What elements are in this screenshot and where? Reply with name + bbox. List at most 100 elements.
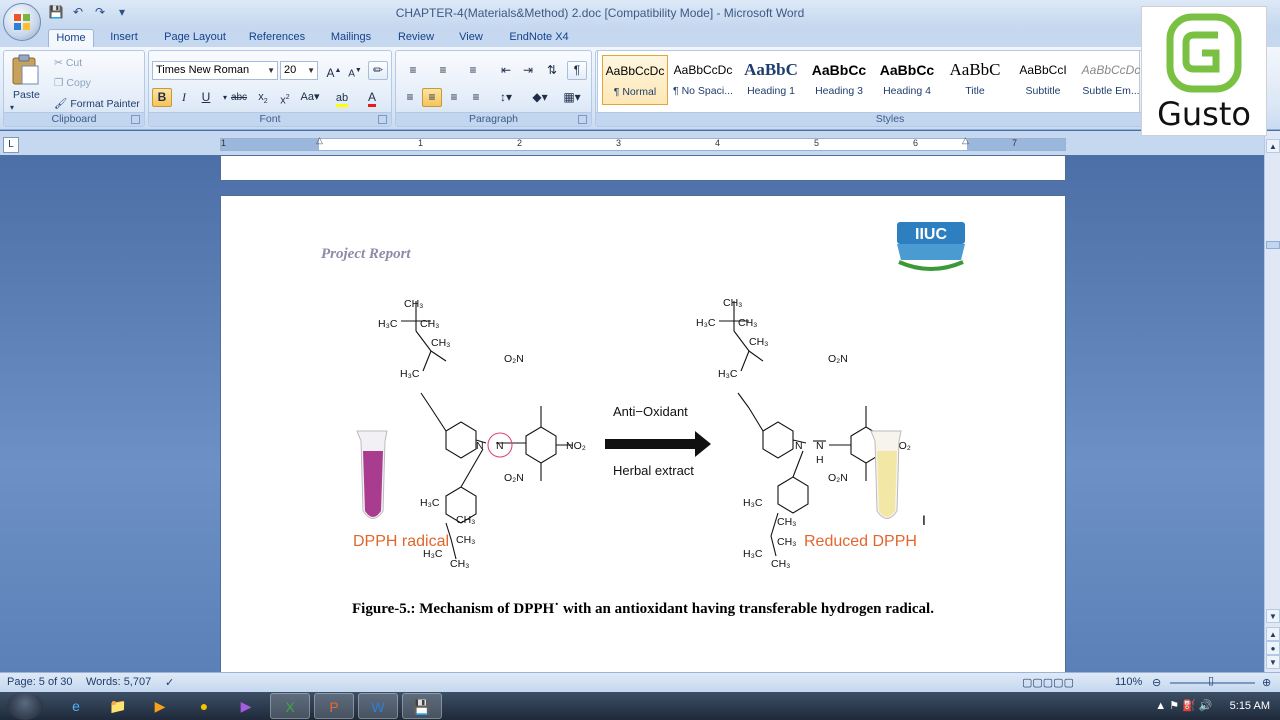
scroll-down-icon[interactable]: ▼ bbox=[1266, 609, 1280, 623]
style-subtle-emphasis[interactable]: AaBbCcDc Subtle Em... bbox=[1078, 55, 1144, 105]
page-count[interactable]: Page: 5 of 30 bbox=[7, 676, 72, 688]
word-icon[interactable]: W bbox=[358, 693, 398, 719]
previous-page-icon[interactable]: ▲ bbox=[1266, 627, 1280, 641]
bullets-icon[interactable]: ≡ bbox=[400, 61, 426, 80]
font-launcher-icon[interactable] bbox=[378, 115, 387, 124]
excel-icon[interactable]: X bbox=[270, 693, 310, 719]
right-indent-marker-icon[interactable]: △ bbox=[962, 135, 969, 146]
clipboard-launcher-icon[interactable] bbox=[131, 115, 140, 124]
font-name-combo[interactable]: Times New Roman ▼ bbox=[152, 61, 278, 80]
chem-label: CH₃ bbox=[456, 534, 475, 546]
tab-home[interactable]: Home bbox=[48, 29, 94, 47]
title-bar: 💾 ↶ ↷ ▾ CHAPTER-4(Materials&Method) 2.do… bbox=[0, 0, 1280, 27]
paste-dropdown-icon[interactable]: ▾ bbox=[10, 103, 14, 112]
style-no-spacing[interactable]: AaBbCcDc ¶ No Spaci... bbox=[670, 55, 736, 105]
decrease-indent-icon[interactable]: ⇤ bbox=[496, 61, 516, 80]
paste-icon[interactable] bbox=[10, 54, 40, 86]
media-player-icon[interactable]: ▶ bbox=[140, 693, 180, 719]
document-page[interactable]: Project Report IIUC CH₃ H₃C CH₃ CH₃ H₃C … bbox=[220, 195, 1066, 672]
university-logo: IIUC bbox=[897, 222, 965, 271]
style-title[interactable]: AaBbC Title bbox=[942, 55, 1008, 105]
scroll-thumb[interactable] bbox=[1266, 241, 1280, 249]
italic-button[interactable]: I bbox=[174, 88, 194, 107]
document-area[interactable]: Project Report IIUC CH₃ H₃C CH₃ CH₃ H₃C … bbox=[0, 155, 1264, 672]
line-spacing-icon[interactable]: ↕▾ bbox=[492, 88, 520, 107]
strikethrough-button[interactable]: abc bbox=[229, 88, 249, 107]
clipboard-group-label: Clipboard bbox=[4, 112, 144, 126]
align-left-icon[interactable]: ≡ bbox=[400, 88, 420, 107]
select-browse-object-icon[interactable]: ● bbox=[1266, 641, 1280, 655]
style-heading-3[interactable]: AaBbCc Heading 3 bbox=[806, 55, 872, 105]
chem-label: CH₃ bbox=[404, 298, 423, 310]
font-color-button[interactable]: A bbox=[359, 88, 385, 107]
style-normal[interactable]: AaBbCcDc ¶ Normal bbox=[602, 55, 668, 105]
justify-icon[interactable]: ≡ bbox=[466, 88, 486, 107]
tab-mailings[interactable]: Mailings bbox=[325, 29, 377, 47]
tab-page-layout[interactable]: Page Layout bbox=[160, 29, 230, 47]
style-heading-4[interactable]: AaBbCc Heading 4 bbox=[874, 55, 940, 105]
shading-icon[interactable]: ◆▾ bbox=[526, 88, 554, 107]
underline-button[interactable]: U bbox=[196, 88, 216, 107]
grow-font-icon[interactable]: A▲ bbox=[324, 61, 344, 80]
copy-button[interactable]: ❐ Copy bbox=[54, 77, 91, 89]
powerpoint-icon[interactable]: P bbox=[314, 693, 354, 719]
word-count[interactable]: Words: 5,707 bbox=[86, 676, 151, 688]
zoom-level[interactable]: 110% bbox=[1115, 676, 1142, 688]
video-app-icon[interactable]: ▶ bbox=[226, 693, 266, 719]
styles-group-label: Styles bbox=[596, 112, 1184, 126]
zoom-slider-thumb[interactable]: ▯ bbox=[1208, 674, 1214, 687]
explorer-icon[interactable]: 📁 bbox=[98, 693, 138, 719]
clear-formatting-icon[interactable]: ✏ bbox=[368, 61, 388, 80]
vertical-scrollbar[interactable]: ▲ ▼ ▲ ● ▼ bbox=[1264, 131, 1280, 672]
chrome-icon[interactable]: ● bbox=[184, 693, 224, 719]
start-button[interactable] bbox=[7, 692, 43, 720]
align-center-icon[interactable]: ≡ bbox=[422, 88, 442, 107]
next-page-icon[interactable]: ▼ bbox=[1266, 655, 1280, 669]
shrink-font-icon[interactable]: A▼ bbox=[345, 61, 365, 80]
font-group: Times New Roman ▼ 20 ▼ A▲ A▼ ✏ B I U ▾ abc… bbox=[148, 50, 392, 127]
show-formatting-marks-icon[interactable]: ¶ bbox=[567, 61, 587, 80]
zoom-in-icon[interactable]: ⊕ bbox=[1262, 676, 1271, 689]
change-case-button[interactable]: Aa▾ bbox=[297, 88, 323, 107]
scroll-up-icon[interactable]: ▲ bbox=[1266, 139, 1280, 153]
bold-button[interactable]: B bbox=[152, 88, 172, 107]
font-size-combo[interactable]: 20 ▼ bbox=[280, 61, 318, 80]
tab-view[interactable]: View bbox=[452, 29, 490, 47]
style-subtitle[interactable]: AaBbCcI Subtitle bbox=[1010, 55, 1076, 105]
align-right-icon[interactable]: ≡ bbox=[444, 88, 464, 107]
chem-label: H₃C bbox=[400, 368, 420, 380]
office-button[interactable] bbox=[3, 3, 41, 41]
clock[interactable]: 5:15 AM bbox=[1230, 700, 1270, 712]
proofing-icon[interactable]: ✓ bbox=[165, 676, 174, 689]
style-heading-1[interactable]: AaBbC Heading 1 bbox=[738, 55, 804, 105]
indent-marker-icon[interactable]: △ bbox=[316, 135, 323, 146]
sort-icon[interactable]: ⇅ bbox=[542, 61, 562, 80]
tab-references[interactable]: References bbox=[244, 29, 310, 47]
subscript-button[interactable]: x2 bbox=[253, 88, 273, 107]
tab-review[interactable]: Review bbox=[392, 29, 440, 47]
paragraph-launcher-icon[interactable] bbox=[578, 115, 587, 124]
chevron-down-icon: ▼ bbox=[307, 66, 315, 75]
numbering-icon[interactable]: ≡ bbox=[430, 61, 456, 80]
view-buttons[interactable]: ▢▢▢▢▢ bbox=[1022, 676, 1074, 689]
text-cursor-icon: I bbox=[922, 512, 926, 528]
gusto-text: Gusto bbox=[1157, 95, 1251, 133]
tab-endnote[interactable]: EndNote X4 bbox=[506, 29, 572, 47]
borders-icon[interactable]: ▦▾ bbox=[558, 88, 586, 107]
paste-button[interactable]: Paste bbox=[13, 89, 40, 101]
highlight-color-button[interactable]: ab bbox=[329, 88, 355, 107]
superscript-button[interactable]: x2 bbox=[275, 88, 295, 107]
format-painter-button[interactable]: 🖌 Format Painter bbox=[54, 97, 140, 111]
increase-indent-icon[interactable]: ⇥ bbox=[518, 61, 538, 80]
ie-icon[interactable]: e bbox=[56, 693, 96, 719]
paintbrush-icon: 🖌 bbox=[54, 98, 68, 110]
horizontal-ruler[interactable]: 1 1 2 3 4 5 6 7 △ △ bbox=[220, 135, 1066, 151]
tab-insert[interactable]: Insert bbox=[104, 29, 144, 47]
zoom-out-icon[interactable]: ⊖ bbox=[1152, 676, 1161, 689]
tray-icons[interactable]: ▲ ⚑ ⛽ 🔊 bbox=[1155, 700, 1212, 712]
save-app-icon[interactable]: 💾 bbox=[402, 693, 442, 719]
chem-label: H₃C bbox=[696, 317, 716, 329]
cut-button[interactable]: ✂ Cut bbox=[54, 57, 82, 69]
multilevel-list-icon[interactable]: ≡ bbox=[460, 61, 486, 80]
tab-selector[interactable]: L bbox=[3, 137, 19, 153]
